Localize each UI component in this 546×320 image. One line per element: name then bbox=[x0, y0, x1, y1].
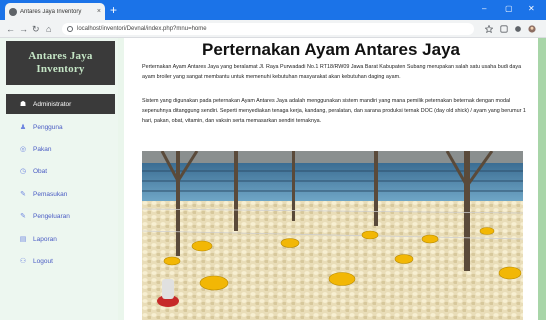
profile-avatar-icon[interactable] bbox=[528, 25, 536, 33]
sidebar-item-label: Obat bbox=[33, 167, 48, 175]
star-icon[interactable] bbox=[485, 25, 493, 33]
sidebar-item-pemasukan[interactable]: ✎ Pemasukan bbox=[6, 184, 115, 204]
page-title: Perternakan Ayam Antares Jaya bbox=[202, 40, 460, 59]
sidebar-item-label: Pakan bbox=[33, 145, 52, 153]
maximize-button[interactable]: ▢ bbox=[505, 3, 513, 15]
sidebar-item-label: Pengeluaran bbox=[33, 212, 70, 220]
sidebar-item-pengeluaran[interactable]: ✎ Pengeluaran bbox=[6, 206, 115, 226]
sidebar-item-label: Logout bbox=[33, 257, 53, 265]
sidebar-item-obat[interactable]: ◷ Obat bbox=[6, 161, 115, 181]
sidebar-item-logout[interactable]: ⚇ Logout bbox=[6, 251, 115, 271]
report-icon: ▤ bbox=[19, 236, 27, 243]
new-tab-button[interactable]: + bbox=[110, 2, 117, 18]
tab-close-icon[interactable]: × bbox=[97, 8, 101, 15]
intro-paragraph: Perternakan Ayam Antares Jaya yang beral… bbox=[142, 64, 522, 80]
extension-icon[interactable] bbox=[500, 25, 508, 33]
address-toolbar: ← → ↻ ⌂ localhost/inventori/Devnal/index… bbox=[0, 20, 546, 38]
forward-arrow-icon[interactable]: → bbox=[19, 23, 28, 35]
favicon-icon bbox=[9, 7, 17, 16]
feed-icon: ◎ bbox=[19, 146, 27, 153]
close-window-button[interactable]: ✕ bbox=[528, 3, 535, 15]
browser-tab[interactable]: Antares Jaya Inventory × bbox=[5, 3, 105, 20]
puzzle-icon[interactable] bbox=[514, 25, 522, 33]
system-paragraph: Sistem yang digunakan pada peternakan Ay… bbox=[142, 98, 526, 124]
address-bar[interactable]: localhost/inventori/Devnal/index.php?mnu… bbox=[62, 23, 474, 35]
main-content: Perternakan Ayam Antares Jaya Perternaka… bbox=[124, 38, 538, 320]
back-arrow-icon[interactable]: ← bbox=[6, 23, 15, 35]
sidebar-item-label: Administrator bbox=[33, 100, 72, 108]
tachometer-icon: ☗ bbox=[19, 101, 27, 108]
url-text: localhost/inventori/Devnal/index.php?mnu… bbox=[77, 26, 207, 32]
brand-line-1: Antares Jaya bbox=[28, 50, 93, 62]
logout-icon: ⚇ bbox=[19, 258, 27, 265]
sidebar-item-laporan[interactable]: ▤ Laporan bbox=[6, 229, 115, 249]
sidebar: Antares Jaya Inventory ☗ Administrator ♟… bbox=[0, 38, 118, 320]
sidebar-item-label: Pemasukan bbox=[33, 190, 68, 198]
brand-line-2: Inventory bbox=[36, 63, 85, 75]
chicken-farm-photo bbox=[142, 151, 523, 320]
home-icon[interactable]: ⌂ bbox=[46, 23, 51, 35]
page-border-right bbox=[538, 38, 546, 320]
minimize-button[interactable]: – bbox=[482, 3, 486, 15]
web-page: Antares Jaya Inventory ☗ Administrator ♟… bbox=[0, 38, 546, 320]
tab-title: Antares Jaya Inventory bbox=[20, 8, 82, 15]
sidebar-item-label: Laporan bbox=[33, 235, 57, 243]
medicine-icon: ◷ bbox=[19, 168, 27, 175]
browser-tab-bar: Antares Jaya Inventory × + – ▢ ✕ bbox=[0, 0, 546, 20]
reload-icon[interactable]: ↻ bbox=[32, 23, 40, 35]
sidebar-item-pakan[interactable]: ◎ Pakan bbox=[6, 139, 115, 159]
brand-logo[interactable]: Antares Jaya Inventory bbox=[6, 41, 115, 85]
sidebar-item-administrator[interactable]: ☗ Administrator bbox=[6, 94, 115, 114]
sidebar-item-label: Pengguna bbox=[33, 123, 63, 131]
pencil-icon: ✎ bbox=[20, 191, 26, 198]
sidebar-item-pengguna[interactable]: ♟ Pengguna bbox=[6, 117, 115, 137]
pencil-icon: ✎ bbox=[20, 213, 26, 220]
user-icon: ♟ bbox=[19, 124, 27, 131]
site-info-icon[interactable] bbox=[67, 26, 73, 32]
